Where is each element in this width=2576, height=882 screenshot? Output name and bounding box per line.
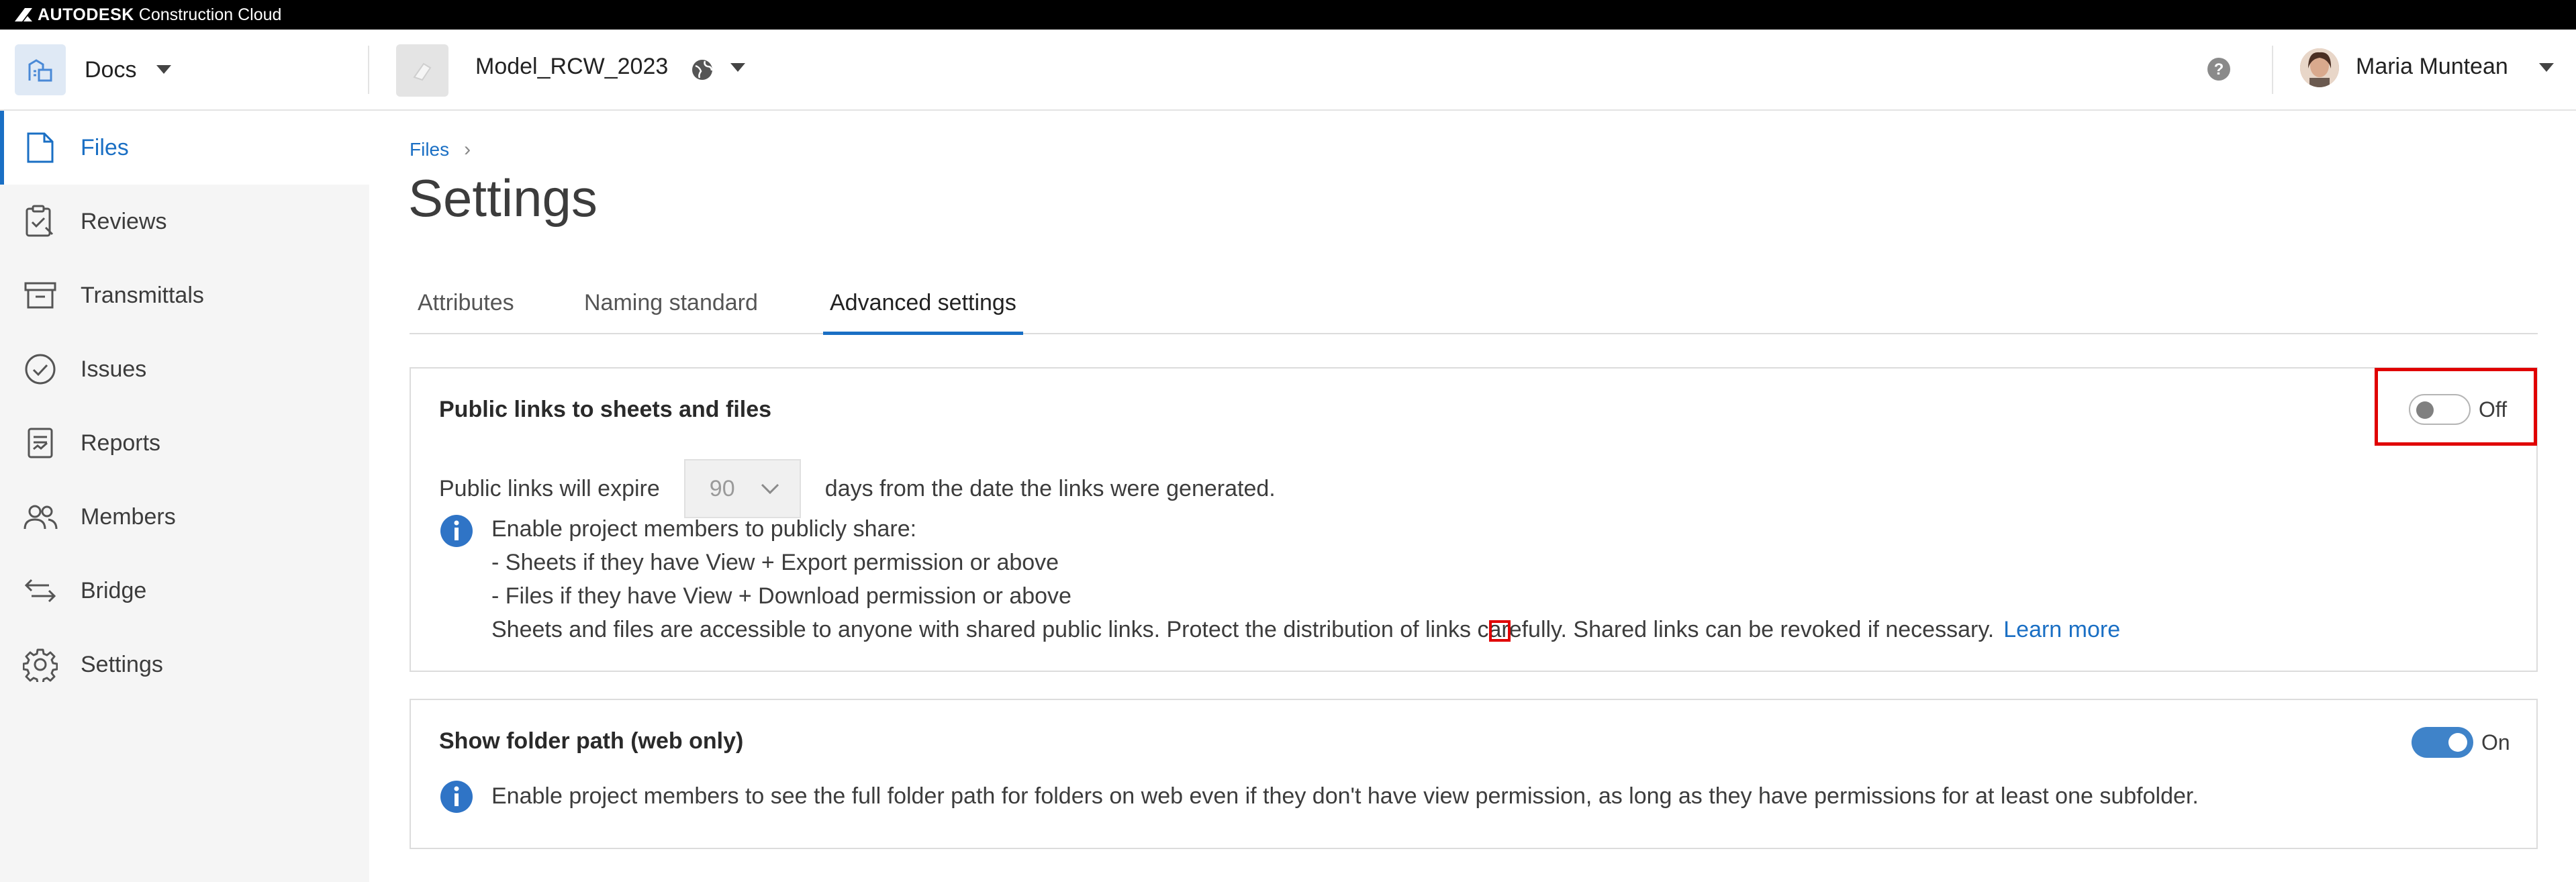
folder-path-toggle-label: On	[2481, 730, 2510, 754]
project-placeholder-icon	[413, 62, 432, 81]
sidebar-item-label: Issues	[81, 356, 147, 382]
archive-box-icon	[21, 277, 59, 314]
expire-suffix: days from the date the links were genera…	[824, 475, 1276, 501]
chevron-down-icon	[761, 483, 779, 494]
sidebar-item-members[interactable]: Members	[0, 480, 369, 554]
module-switcher[interactable]: Docs	[15, 44, 172, 95]
user-chevron-down-icon[interactable]	[2539, 63, 2554, 72]
header-divider-right	[2272, 46, 2273, 94]
globe-icon	[692, 60, 713, 80]
highlight-box-cursor	[1489, 620, 1511, 642]
info-line: Enable project members to publicly share…	[491, 516, 917, 542]
breadcrumb: Files ›	[410, 138, 471, 161]
breadcrumb-files-link[interactable]: Files	[410, 139, 449, 160]
sidebar-item-reports[interactable]: Reports	[0, 406, 369, 480]
expire-days-value: 90	[709, 475, 735, 501]
gear-icon	[21, 646, 59, 683]
expire-days-select[interactable]: 90	[683, 459, 801, 518]
folder-path-info: Enable project members to see the full f…	[491, 783, 2199, 809]
user-name[interactable]: Maria Muntean	[2356, 54, 2508, 80]
chevron-down-icon	[156, 65, 172, 74]
help-icon[interactable]: ?	[2206, 56, 2232, 82]
sidebar-item-label: Reports	[81, 430, 161, 456]
sidebar-item-issues[interactable]: Issues	[0, 332, 369, 406]
info-line: Sheets and files are accessible to anyon…	[491, 613, 2120, 646]
project-thumbnail[interactable]	[396, 44, 448, 97]
sidebar-item-files[interactable]: Files	[0, 111, 369, 185]
info-line: - Sheets if they have View + Export perm…	[491, 550, 1059, 575]
folder-path-card: Show folder path (web only) On Enable pr…	[410, 699, 2538, 849]
svg-text:?: ?	[2214, 60, 2224, 79]
file-icon	[21, 129, 59, 166]
sidebar-item-reviews[interactable]: Reviews	[0, 185, 369, 258]
tab-attributes[interactable]: Attributes	[418, 290, 514, 332]
sidebar-item-label: Settings	[81, 651, 163, 677]
sidebar-item-label: Members	[81, 503, 176, 530]
info-line: - Files if they have View + Download per…	[491, 583, 1071, 609]
autodesk-logo-icon	[15, 8, 32, 21]
info-icon	[440, 515, 473, 547]
people-icon	[21, 498, 59, 536]
expire-prefix: Public links will expire	[439, 475, 660, 501]
expire-row: Public links will expire 90 days from th…	[439, 459, 1276, 518]
avatar[interactable]	[2300, 48, 2339, 87]
learn-more-link[interactable]: Learn more	[2003, 617, 2120, 642]
app-header: Docs Model_RCW_2023 ? Maria Muntean	[0, 30, 2576, 111]
settings-tabs: Attributes Naming standard Advanced sett…	[410, 282, 2538, 335]
info-icon	[440, 781, 473, 813]
brand-bar: AUTODESK Construction Cloud	[0, 0, 2576, 30]
folder-path-toggle[interactable]	[2412, 727, 2473, 758]
folder-path-toggle-wrap: On	[2412, 727, 2510, 758]
tab-advanced-settings[interactable]: Advanced settings	[823, 290, 1023, 335]
page-title: Settings	[408, 168, 598, 228]
info-warning-text: Sheets and files are accessible to anyon…	[491, 617, 1995, 642]
project-chevron-down-icon[interactable]	[730, 63, 745, 72]
highlight-box-toggle	[2375, 368, 2537, 446]
public-links-title: Public links to sheets and files	[439, 397, 772, 422]
tab-naming-standard[interactable]: Naming standard	[584, 290, 758, 332]
sidebar-item-label: Reviews	[81, 208, 167, 234]
report-icon	[21, 424, 59, 462]
sidebar-item-label: Transmittals	[81, 282, 204, 308]
sidebar-item-label: Files	[81, 134, 129, 160]
public-links-card: Public links to sheets and files Off Pub…	[410, 367, 2538, 672]
brand-product: Construction Cloud	[134, 5, 282, 24]
sidebar: Files Reviews Transmittals Issues Report…	[0, 111, 369, 882]
chevron-right-icon: ›	[464, 138, 471, 160]
brand-name: AUTODESK	[38, 5, 134, 24]
sidebar-item-label: Bridge	[81, 577, 147, 603]
bridge-arrows-icon	[21, 572, 59, 609]
docs-module-icon	[15, 44, 66, 95]
public-links-info: Enable project members to publicly share…	[491, 512, 2120, 646]
check-circle-icon	[21, 350, 59, 388]
project-name[interactable]: Model_RCW_2023	[475, 54, 668, 80]
folder-path-title: Show folder path (web only)	[439, 728, 744, 754]
clipboard-check-icon	[21, 203, 59, 240]
module-name: Docs	[85, 56, 137, 83]
sidebar-item-bridge[interactable]: Bridge	[0, 554, 369, 628]
toggle-knob	[2448, 733, 2467, 752]
sidebar-item-settings[interactable]: Settings	[0, 628, 369, 701]
sidebar-item-transmittals[interactable]: Transmittals	[0, 258, 369, 332]
header-divider	[368, 46, 369, 94]
